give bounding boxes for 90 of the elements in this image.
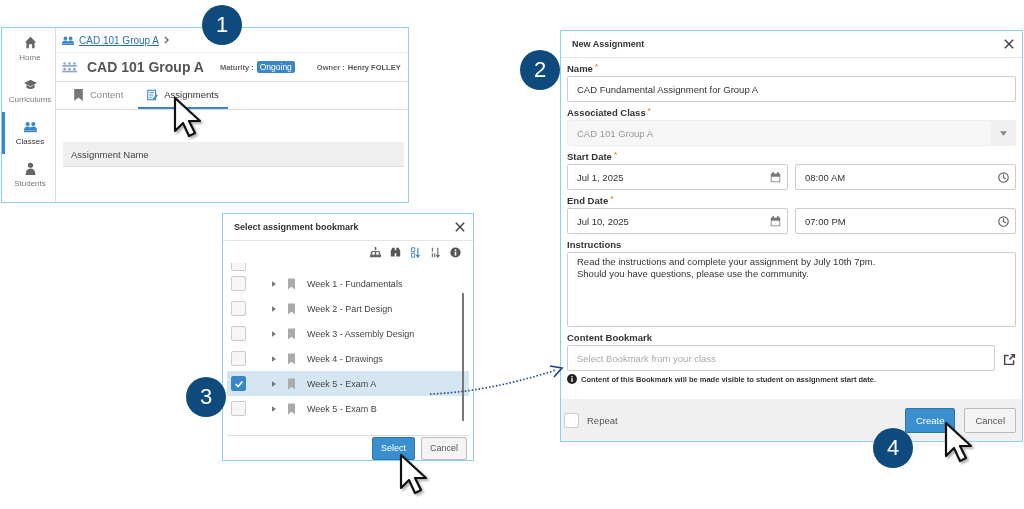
- expand-caret-icon[interactable]: [272, 405, 276, 412]
- hierarchy-icon[interactable]: [370, 246, 381, 258]
- expand-caret-icon[interactable]: [272, 330, 276, 337]
- bookmark-icon: [288, 377, 295, 390]
- checkbox[interactable]: [231, 276, 246, 291]
- required-mark: *: [647, 106, 651, 115]
- name-field[interactable]: CAD Fundamental Assignment for Group A: [567, 76, 1016, 102]
- date-field[interactable]: Jul 1, 2025: [567, 164, 788, 190]
- dialog-title: Select assignment bookmark: [234, 222, 359, 232]
- info-icon: [567, 374, 577, 384]
- checkmark-icon: [233, 378, 244, 389]
- field-label: Start Date: [567, 150, 612, 162]
- breadcrumb-link[interactable]: CAD 101 Group A: [79, 34, 160, 46]
- bookmark-row[interactable]: Week 5 - Exam A: [227, 371, 469, 396]
- bookmark-row[interactable]: Week 5 - Exam B: [227, 396, 469, 421]
- clock-icon[interactable]: [998, 171, 1009, 183]
- step-badge: 2: [520, 50, 560, 90]
- expand-caret-icon[interactable]: [272, 355, 276, 362]
- bookmark-icon: [288, 302, 295, 315]
- bookmark-icon: [288, 402, 295, 415]
- checkbox[interactable]: [231, 301, 246, 316]
- bookmark-row[interactable]: Week 1 - Fundamentals: [227, 271, 469, 296]
- close-icon[interactable]: [1004, 39, 1014, 49]
- time-field[interactable]: 08:00 AM: [795, 164, 1016, 190]
- binoculars-icon[interactable]: [390, 246, 401, 258]
- sidebar-item[interactable]: Students: [2, 154, 55, 196]
- checkbox[interactable]: [231, 376, 246, 391]
- step-badge: 3: [186, 377, 226, 417]
- bookmark-row[interactable]: Week 3 - Assembly Design: [227, 321, 469, 346]
- info-icon[interactable]: [450, 246, 461, 258]
- checkbox[interactable]: [231, 326, 246, 341]
- bookmark-icon: [288, 352, 295, 365]
- group-icon: [62, 60, 77, 74]
- close-icon[interactable]: [455, 222, 465, 232]
- checkbox[interactable]: [231, 351, 246, 366]
- class-title: CAD 101 Group A: [87, 59, 204, 75]
- maturity-badge: Ongoing: [256, 61, 295, 73]
- sort-icon[interactable]: [430, 246, 441, 258]
- instructions-field[interactable]: Read the instructions and complete your assignment by July 10th 7pm. Should you have questions, please use the community.: [567, 252, 1016, 327]
- bookmark-label: Week 1 - Fundamentals: [307, 278, 403, 289]
- field-label: Content Bookmark: [567, 331, 652, 343]
- bookmark-label: Week 2 - Part Design: [307, 303, 393, 314]
- cancel-button[interactable]: Cancel: [964, 407, 1016, 433]
- field-label: Instructions: [567, 238, 622, 250]
- repeat-label: Repeat: [587, 414, 618, 426]
- calendar-icon[interactable]: [770, 215, 781, 227]
- time-field[interactable]: 07:00 PM: [795, 208, 1016, 234]
- date-field[interactable]: Jul 10, 2025: [567, 208, 788, 234]
- people-icon: [62, 35, 74, 45]
- scrollbar[interactable]: [462, 293, 464, 421]
- repeat-checkbox[interactable]: [564, 412, 579, 428]
- required-mark: *: [613, 150, 617, 159]
- bookmark-row[interactable]: Week 2 - Part Design: [227, 296, 469, 321]
- step-badge: 1: [202, 5, 242, 45]
- bookmark-icon: [288, 327, 295, 340]
- calendar-icon[interactable]: [770, 171, 781, 183]
- step-badge: 4: [873, 428, 913, 468]
- external-link-icon[interactable]: [1003, 352, 1016, 366]
- sidebar-item[interactable]: Curriculums: [2, 70, 55, 112]
- bookmark-label: Week 3 - Assembly Design: [307, 328, 415, 339]
- home-icon: [23, 36, 37, 49]
- clock-icon[interactable]: [998, 215, 1009, 227]
- sidebar-item[interactable]: Classes: [2, 112, 55, 154]
- dropdown-caret-icon: [999, 130, 1007, 136]
- bookmark-label: Week 4 - Drawings: [307, 353, 383, 364]
- bookmark-label: Week 5 - Exam B: [307, 403, 377, 414]
- graduation-cap-icon: [23, 78, 37, 91]
- bookmark-icon: [73, 88, 84, 101]
- bookmark-icon: [288, 277, 295, 290]
- people-icon: [23, 120, 37, 133]
- cancel-button[interactable]: Cancel: [421, 436, 467, 460]
- dialog-title: New Assignment: [572, 39, 645, 49]
- column-header: Assignment Name: [63, 142, 404, 167]
- chevron-right-icon: [164, 36, 170, 44]
- field-label: Name: [567, 62, 593, 74]
- edit-list-icon: [147, 88, 159, 101]
- bookmark-label: Week 5 - Exam A: [307, 378, 377, 389]
- field-label: Associated Class: [567, 106, 646, 118]
- expand-caret-icon[interactable]: [272, 305, 276, 312]
- expand-caret-icon[interactable]: [272, 280, 276, 287]
- required-mark: *: [610, 194, 614, 203]
- checkbox[interactable]: [231, 401, 246, 416]
- field-label: End Date: [567, 194, 609, 206]
- tab[interactable]: Content: [64, 82, 133, 109]
- expand-caret-icon[interactable]: [272, 380, 276, 387]
- person-icon: [23, 162, 37, 175]
- bookmark-row[interactable]: Week 4 - Drawings: [227, 346, 469, 371]
- sidebar-item[interactable]: Home: [2, 28, 55, 70]
- sort-icon[interactable]: [410, 246, 421, 258]
- required-mark: *: [594, 62, 598, 71]
